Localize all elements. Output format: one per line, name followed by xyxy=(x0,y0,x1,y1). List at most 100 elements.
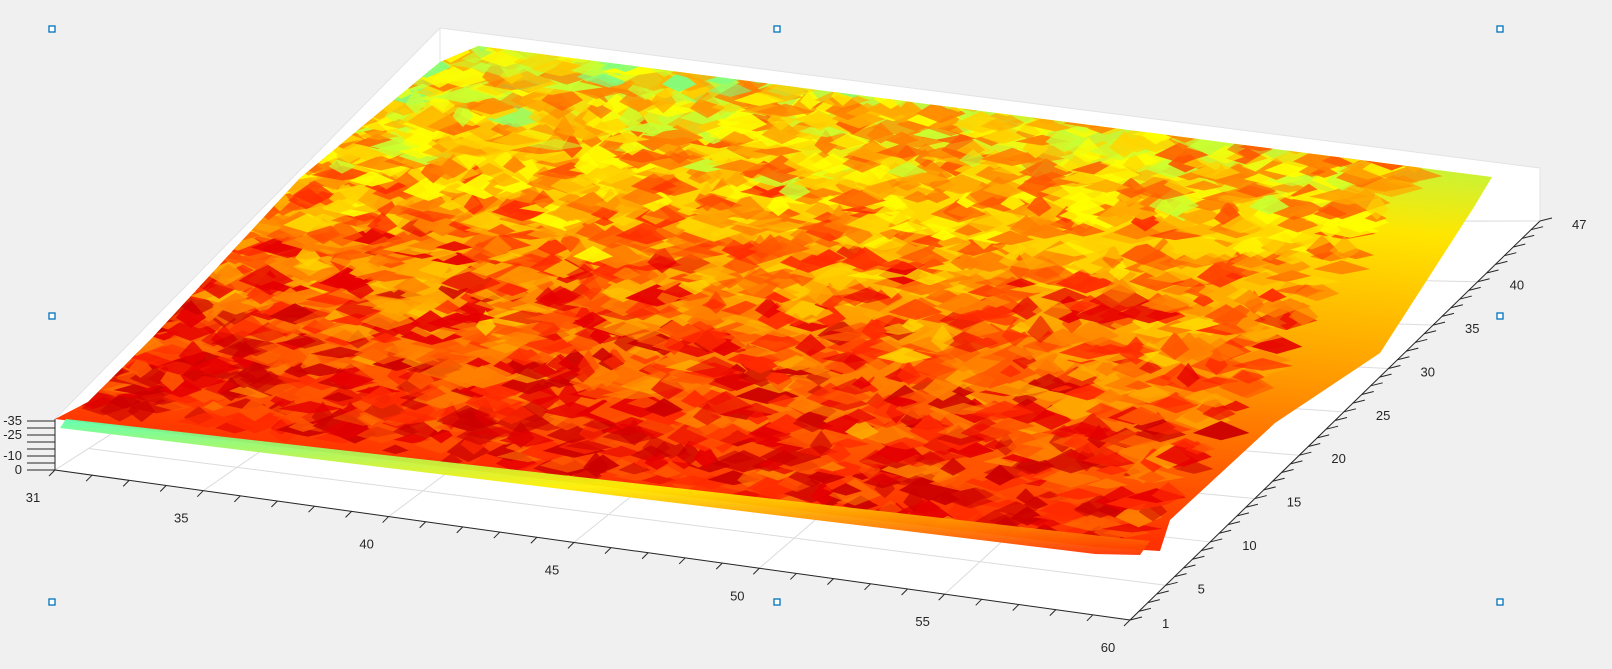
x-tick-mark xyxy=(604,547,612,554)
surface-patch xyxy=(830,26,851,37)
surface-patch xyxy=(1294,47,1338,76)
y-tick-label: 15 xyxy=(1287,495,1301,510)
surface-patch xyxy=(1176,46,1240,51)
surface-patch xyxy=(894,33,952,43)
surface-patch xyxy=(1449,46,1472,58)
surface-patch xyxy=(1001,11,1034,24)
surface-patch xyxy=(1294,72,1343,101)
surface-patch xyxy=(1374,25,1397,44)
surface-patch xyxy=(1271,2,1329,28)
surface-patch xyxy=(1355,22,1409,42)
surface-patch xyxy=(863,28,921,40)
surface-patch xyxy=(533,7,555,32)
surface-patch xyxy=(718,19,750,41)
surface-patch xyxy=(960,46,1013,47)
surface-patch xyxy=(1416,46,1479,64)
surface-patch xyxy=(1414,33,1443,46)
z-tick-label: -35 xyxy=(3,413,22,428)
surface-patch xyxy=(1286,19,1312,36)
surface-patch xyxy=(498,15,544,37)
surface-patch xyxy=(1318,48,1349,58)
resize-handle[interactable] xyxy=(773,25,781,33)
surface-patch xyxy=(1268,106,1331,119)
x-tick-mark xyxy=(382,516,389,523)
surface-patch xyxy=(908,58,956,70)
surface-patch xyxy=(1178,74,1222,89)
surface-patch xyxy=(1223,85,1278,105)
surface-patch xyxy=(812,46,848,55)
surface-patch xyxy=(1141,5,1175,26)
surface-patch xyxy=(858,8,908,23)
surface-patch xyxy=(507,13,548,27)
surface-patch xyxy=(1281,76,1315,99)
x-tick-label: 55 xyxy=(915,614,929,629)
surface-patch xyxy=(785,46,843,66)
x-tick-mark xyxy=(975,598,983,606)
surface-patch xyxy=(602,11,665,35)
surface-patch xyxy=(1080,87,1133,111)
surface-patch xyxy=(659,5,700,26)
surface-patch xyxy=(1119,46,1183,53)
surface-patch xyxy=(1129,93,1158,114)
surface-patch xyxy=(978,28,1001,38)
surface-patch xyxy=(729,50,789,65)
x-tick-mark xyxy=(345,511,352,518)
surface-patch xyxy=(795,46,822,59)
surface-patch xyxy=(1330,46,1370,53)
surface-patch xyxy=(1338,47,1377,71)
surface-patch xyxy=(1334,22,1382,33)
surface-patch xyxy=(1247,108,1276,132)
surface-patch xyxy=(95,314,149,331)
resize-handle[interactable] xyxy=(48,598,56,606)
surface-patch xyxy=(686,27,712,39)
surface-patch xyxy=(1314,83,1366,110)
surface-patch xyxy=(868,47,924,74)
x-tick-mark xyxy=(308,505,315,513)
surface-patch xyxy=(1197,7,1228,17)
surface-patch xyxy=(1316,60,1348,79)
surface-patch xyxy=(1470,6,1491,18)
surface-patch xyxy=(437,3,459,17)
resize-handle[interactable] xyxy=(1496,25,1504,33)
surface-patch xyxy=(1021,54,1069,79)
surface-patch xyxy=(1171,57,1236,86)
x-tick-mark xyxy=(419,521,427,529)
surface-patch xyxy=(768,54,810,65)
surface-patch xyxy=(847,54,886,78)
surface-patch xyxy=(681,46,717,59)
surface-patch xyxy=(1064,46,1119,51)
surface-patch xyxy=(1264,21,1310,43)
resize-handle[interactable] xyxy=(773,598,781,606)
surface-patch xyxy=(1194,60,1228,79)
resize-handle[interactable] xyxy=(1496,312,1504,320)
surface-patch xyxy=(1338,11,1372,30)
surface-patch xyxy=(865,71,917,82)
surface-patch xyxy=(810,10,845,31)
y-tick-label: 5 xyxy=(1198,581,1205,596)
surface-patch xyxy=(1203,72,1235,94)
surface-patch xyxy=(1342,119,1372,139)
surface-patch xyxy=(1102,0,1132,23)
resize-handle[interactable] xyxy=(48,25,56,33)
surface-patch xyxy=(970,76,1012,98)
resize-handle[interactable] xyxy=(48,312,56,320)
x-tick-label: 40 xyxy=(359,537,373,552)
surface-patch xyxy=(919,61,964,88)
surface-patch xyxy=(853,10,875,25)
surface-patch xyxy=(1486,53,1492,73)
surface-patch xyxy=(1395,29,1442,45)
resize-handle[interactable] xyxy=(1496,598,1504,606)
x-tick-mark xyxy=(196,490,204,498)
surface-patch xyxy=(1273,56,1331,69)
surface-patch xyxy=(1004,20,1050,33)
surface-patch xyxy=(1240,46,1264,63)
surface-patch xyxy=(1079,24,1123,39)
surface-patch xyxy=(576,23,621,36)
surface-patch xyxy=(882,10,916,25)
surface-patch xyxy=(1060,50,1123,66)
surface-patch xyxy=(1051,53,1075,66)
surface-patch xyxy=(1429,22,1473,38)
x-tick-mark xyxy=(233,495,241,503)
surface-patch xyxy=(1388,86,1445,112)
y-tick-mark xyxy=(1539,217,1553,222)
